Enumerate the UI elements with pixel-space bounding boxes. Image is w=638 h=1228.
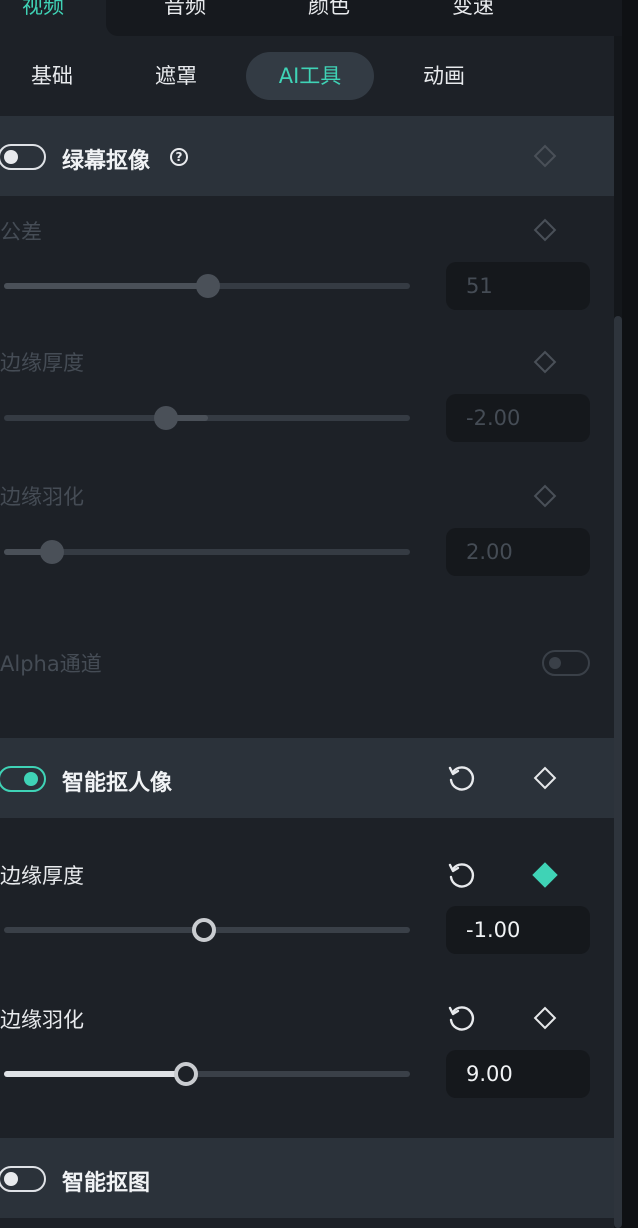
question-circle-icon[interactable]: ? <box>170 148 188 166</box>
portrait-edge-thickness-keyframe-icon[interactable] <box>532 862 558 888</box>
portrait-edge-thickness-value-field[interactable]: -1.00 <box>446 906 590 954</box>
chroma-edge-feather-slider-track[interactable] <box>4 549 410 555</box>
reset-icon[interactable] <box>446 860 476 890</box>
chroma-edge-feather-label: 边缘羽化 <box>0 485 84 509</box>
chroma-edge-feather-value-field[interactable]: 2.00 <box>446 528 590 576</box>
chroma-edge-feather-slider-thumb[interactable] <box>40 540 64 564</box>
chroma-edge-feather-keyframe-icon[interactable] <box>533 484 557 508</box>
alpha-channel-toggle[interactable] <box>542 650 590 676</box>
portrait-edge-thickness-label: 边缘厚度 <box>0 864 84 888</box>
subtab-basic[interactable]: 基础 <box>14 52 90 100</box>
tolerance-label: 公差 <box>0 220 42 244</box>
tab-speed[interactable]: 变速 <box>452 0 494 20</box>
portrait-edge-thickness-slider-thumb[interactable] <box>192 918 216 942</box>
top-tab-bar: 视频 音频 颜色 变速 <box>0 0 626 36</box>
chroma-key-title: 绿幕抠像 <box>62 149 151 174</box>
tolerance-keyframe-icon[interactable] <box>533 218 557 242</box>
tab-color[interactable]: 颜色 <box>308 0 350 20</box>
portrait-edge-feather-slider-fill <box>4 1071 186 1077</box>
portrait-edge-feather-label: 边缘羽化 <box>0 1008 84 1032</box>
chroma-edge-thickness-keyframe-icon[interactable] <box>533 350 557 374</box>
ai-portrait-toggle[interactable] <box>0 766 46 792</box>
ai-portrait-title: 智能抠人像 <box>62 771 173 796</box>
tolerance-slider-thumb[interactable] <box>196 274 220 298</box>
subtab-ai-tools[interactable]: AI工具 <box>246 52 374 100</box>
toggle-knob <box>549 657 561 669</box>
subtab-mask[interactable]: 遮罩 <box>138 52 214 100</box>
toggle-knob <box>4 150 18 164</box>
panel-edge <box>622 0 638 1228</box>
alpha-channel-label: Alpha通道 <box>0 652 102 676</box>
subtab-animation[interactable]: 动画 <box>406 52 482 100</box>
smart-cutout-title: 智能抠图 <box>62 1171 151 1196</box>
chroma-edge-thickness-slider-thumb[interactable] <box>154 406 178 430</box>
tab-audio[interactable]: 音频 <box>164 0 206 20</box>
toggle-knob <box>24 772 38 786</box>
reset-icon[interactable] <box>446 763 476 793</box>
portrait-edge-feather-value-field[interactable]: 9.00 <box>446 1050 590 1098</box>
chroma-edge-thickness-value-field[interactable]: -2.00 <box>446 394 590 442</box>
portrait-edge-feather-keyframe-icon[interactable] <box>533 1006 557 1030</box>
chroma-edge-thickness-label: 边缘厚度 <box>0 351 84 375</box>
portrait-edge-feather-slider-thumb[interactable] <box>174 1062 198 1086</box>
tolerance-value-field[interactable]: 51 <box>446 262 590 310</box>
scrollbar-thumb[interactable] <box>614 316 622 1228</box>
reset-icon[interactable] <box>446 1003 476 1033</box>
smart-cutout-toggle[interactable] <box>0 1166 46 1192</box>
tolerance-slider-fill <box>4 283 208 289</box>
chroma-key-toggle[interactable] <box>0 144 46 170</box>
tab-video[interactable]: 视频 <box>22 0 64 20</box>
toggle-knob <box>4 1172 18 1186</box>
